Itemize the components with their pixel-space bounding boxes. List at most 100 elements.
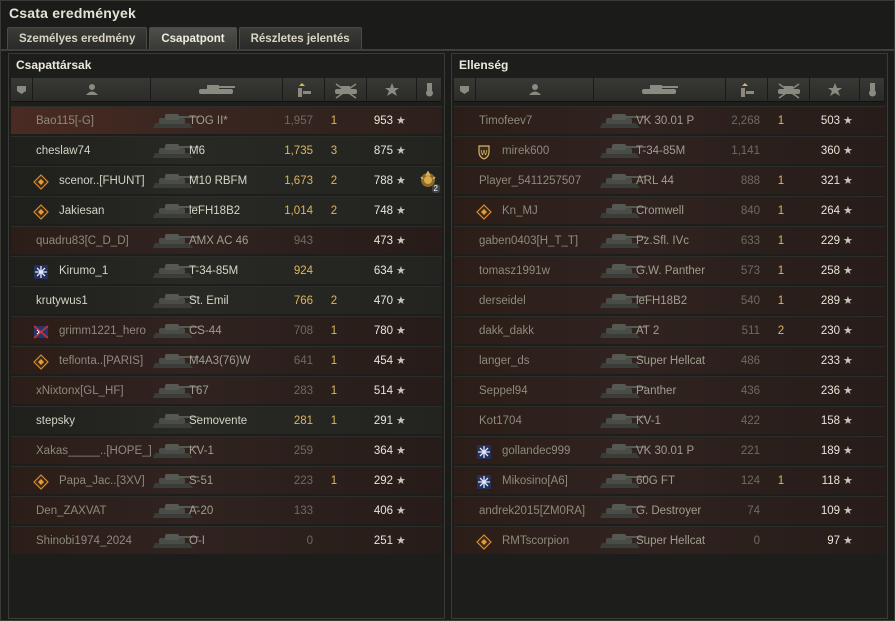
medal-header-column[interactable] xyxy=(417,78,442,102)
player-name[interactable]: dakk_dakk xyxy=(479,317,534,345)
xp-value: 748 xyxy=(373,205,393,217)
player-name[interactable]: cheslaw74 xyxy=(36,137,90,165)
team-panel-title: Csapattársak xyxy=(16,58,92,72)
platoon-header-icon xyxy=(14,82,30,99)
player-name[interactable]: xNixtonx[GL_HF] xyxy=(36,377,124,405)
player-row[interactable]: Jakiesan leFH18B2 1,014 2 748 ★ xyxy=(11,196,442,224)
platoon-header-column[interactable] xyxy=(11,78,33,102)
player-row[interactable]: Wmirek600 T-34-85M 1,141 360 ★ xyxy=(454,136,885,164)
player-name[interactable]: Kot1704 xyxy=(479,407,522,435)
tab-divider xyxy=(1,49,894,51)
player-row[interactable]: Timofeev7 VK 30.01 P 2,268 1 503 ★ xyxy=(454,106,885,134)
player-name[interactable]: grimm1221_hero xyxy=(59,317,146,345)
damage-value: 259 xyxy=(293,445,313,457)
player-name[interactable]: Xakas_____..[HOPE_] xyxy=(36,437,152,465)
xp-header-column[interactable] xyxy=(810,78,860,102)
kills-header-column[interactable] xyxy=(325,78,367,102)
player-name[interactable]: Kirumo_1 xyxy=(59,257,108,285)
player-row[interactable]: Shinobi1974_2024 O-I 0 251 ★ xyxy=(11,526,442,554)
damage-header-column[interactable] xyxy=(283,78,325,102)
achievement-medal-icon[interactable]: 2 xyxy=(418,170,440,193)
player-name[interactable]: Den_ZAXVAT xyxy=(36,497,107,525)
player-row[interactable]: Kot1704 KV-1 422 158 ★ xyxy=(454,406,885,434)
damage-value: 641 xyxy=(293,355,313,367)
star-icon: ★ xyxy=(396,445,406,457)
player-name[interactable]: Mikosino[A6] xyxy=(502,467,568,495)
player-name[interactable]: andrek2015[ZM0RA] xyxy=(479,497,585,525)
star-icon: ★ xyxy=(396,265,406,277)
kills-header-column[interactable] xyxy=(768,78,810,102)
tab-team-score[interactable]: Csapatpont xyxy=(149,27,237,49)
player-header-column[interactable] xyxy=(33,78,151,102)
player-row[interactable]: quadru83[C_D_D] AMX AC 46 943 473 ★ xyxy=(11,226,442,254)
player-row[interactable]: gollandec999 VK 30.01 P 221 189 ★ xyxy=(454,436,885,464)
player-row[interactable]: Papa_Jac..[3XV] S-51 223 1 292 ★ xyxy=(11,466,442,494)
tab-detailed-report[interactable]: Részletes jelentés xyxy=(238,27,362,49)
player-name[interactable]: mirek600 xyxy=(502,137,549,165)
player-row[interactable]: Den_ZAXVAT A-20 133 406 ★ xyxy=(11,496,442,524)
player-header-column[interactable] xyxy=(476,78,594,102)
medal-header-column[interactable] xyxy=(860,78,885,102)
player-row[interactable]: gaben0403[H_T_T] Pz.Sfl. IVc 633 1 229 ★ xyxy=(454,226,885,254)
player-row[interactable]: teflonta..[PARIS] M4A3(76)W 641 1 454 ★ xyxy=(11,346,442,374)
player-name[interactable]: Kn_MJ xyxy=(502,197,538,225)
player-name[interactable]: Shinobi1974_2024 xyxy=(36,527,132,555)
xp-header-icon xyxy=(384,82,400,99)
player-row[interactable]: Player_5411257507 ARL 44 888 1 321 ★ xyxy=(454,166,885,194)
flag-emblem-icon xyxy=(33,323,49,339)
diamond-emblem-icon xyxy=(476,533,492,550)
tab-personal-results[interactable]: Személyes eredmény xyxy=(7,27,148,49)
kills-value: 1 xyxy=(777,115,785,127)
player-row[interactable]: stepsky Semovente 281 1 291 ★ xyxy=(11,406,442,434)
xp-value: 229 xyxy=(820,235,840,247)
player-row[interactable]: langer_ds Super Hellcat 486 233 ★ xyxy=(454,346,885,374)
vehicle-header-column[interactable] xyxy=(151,78,283,102)
window-title: Csata eredmények xyxy=(9,5,136,21)
player-row[interactable]: Xakas_____..[HOPE_] KV-1 259 364 ★ xyxy=(11,436,442,464)
player-row[interactable]: Kn_MJ Cromwell 840 1 264 ★ xyxy=(454,196,885,224)
player-row[interactable]: Mikosino[A6] 60G FT 124 1 118 ★ xyxy=(454,466,885,494)
player-name[interactable]: Timofeev7 xyxy=(479,107,532,135)
player-name[interactable]: quadru83[C_D_D] xyxy=(36,227,129,255)
player-name[interactable]: derseidel xyxy=(479,287,526,315)
player-row[interactable]: cheslaw74 M6 1,735 3 875 ★ xyxy=(11,136,442,164)
damage-value: 766 xyxy=(293,295,313,307)
vehicle-header-column[interactable] xyxy=(594,78,726,102)
player-row[interactable]: Bao115[-G] TOG II* 1,957 1 953 ★ xyxy=(11,106,442,134)
player-row[interactable]: derseidel leFH18B2 540 1 289 ★ xyxy=(454,286,885,314)
player-row[interactable]: RMTscorpion Super Hellcat 0 97 ★ xyxy=(454,526,885,554)
platoon-header-column[interactable] xyxy=(454,78,476,102)
damage-header-column[interactable] xyxy=(726,78,768,102)
player-row[interactable]: xNixtonx[GL_HF] T67 283 1 514 ★ xyxy=(11,376,442,404)
kills-value: 2 xyxy=(777,325,785,337)
player-row[interactable]: Seppel94 Panther 436 236 ★ xyxy=(454,376,885,404)
player-name[interactable]: scenor..[FHUNT] xyxy=(59,167,145,195)
damage-value: 422 xyxy=(740,415,760,427)
player-name[interactable]: gollandec999 xyxy=(502,437,570,465)
xp-value: 291 xyxy=(373,415,393,427)
player-row[interactable]: tomasz1991w G.W. Panther 573 1 258 ★ xyxy=(454,256,885,284)
team-rows: Bao115[-G] TOG II* 1,957 1 953 ★ cheslaw74 M6 1,… xyxy=(11,106,442,556)
player-name[interactable]: tomasz1991w xyxy=(479,257,550,285)
player-row[interactable]: grimm1221_hero CS-44 708 1 780 ★ xyxy=(11,316,442,344)
player-name[interactable]: gaben0403[H_T_T] xyxy=(479,227,578,255)
damage-value: 133 xyxy=(293,505,313,517)
xp-header-column[interactable] xyxy=(367,78,417,102)
star-icon: ★ xyxy=(843,505,853,517)
player-name[interactable]: stepsky xyxy=(36,407,75,435)
player-name[interactable]: Player_5411257507 xyxy=(479,167,581,195)
player-row[interactable]: krutywus1 St. Emil 766 2 470 ★ xyxy=(11,286,442,314)
player-row[interactable]: Kirumo_1 T-34-85M 924 634 ★ xyxy=(11,256,442,284)
player-name[interactable]: Seppel94 xyxy=(479,377,528,405)
player-name[interactable]: RMTscorpion xyxy=(502,527,569,555)
player-name[interactable]: Bao115[-G] xyxy=(36,107,94,135)
player-name[interactable]: teflonta..[PARIS] xyxy=(59,347,143,375)
player-row[interactable]: andrek2015[ZM0RA] G. Destroyer 74 109 ★ xyxy=(454,496,885,524)
player-name[interactable]: Papa_Jac..[3XV] xyxy=(59,467,145,495)
star-icon: ★ xyxy=(396,115,406,127)
player-name[interactable]: krutywus1 xyxy=(36,287,88,315)
player-name[interactable]: langer_ds xyxy=(479,347,530,375)
player-row[interactable]: scenor..[FHUNT] M10 RBFM 1,673 2 788 ★ 2 xyxy=(11,166,442,194)
player-name[interactable]: Jakiesan xyxy=(59,197,104,225)
player-row[interactable]: dakk_dakk AT 2 511 2 230 ★ xyxy=(454,316,885,344)
